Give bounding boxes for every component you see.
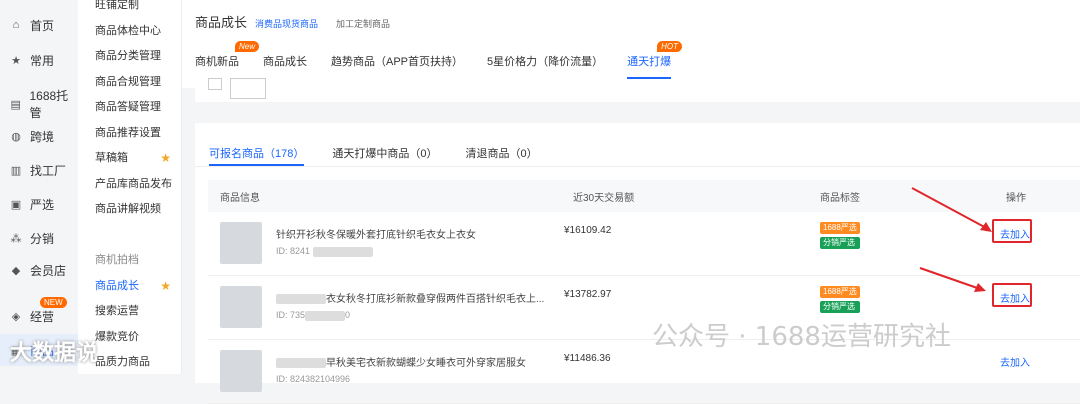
product-id: ID: 824382104996 [276, 374, 351, 384]
watermark: 公众号 · 1688运营研究社 [652, 322, 951, 352]
arrow-head [980, 222, 992, 232]
arrow-line [919, 267, 984, 291]
watermark-logo: 大数据说 [10, 340, 99, 365]
arrow-line [911, 187, 991, 231]
